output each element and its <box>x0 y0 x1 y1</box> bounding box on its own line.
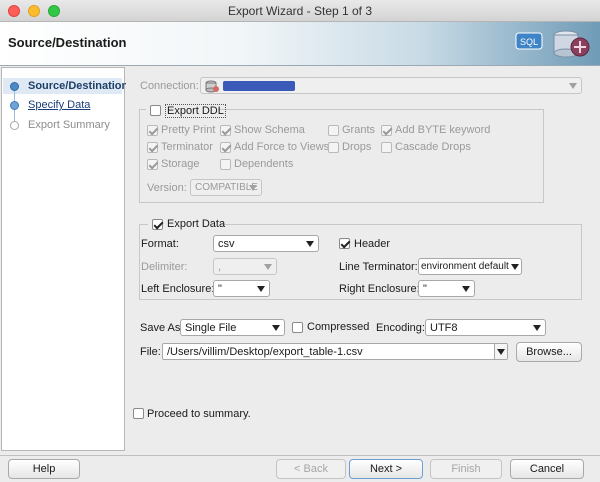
grants-checkbox <box>328 125 339 136</box>
step-icon <box>10 101 19 110</box>
proceed-to-summary-checkbox[interactable] <box>133 408 144 419</box>
add-force-to-views-label: Add Force to Views <box>234 141 330 153</box>
help-button[interactable]: Help <box>8 459 80 479</box>
save-as-value: Single File <box>185 322 237 334</box>
chevron-down-icon <box>306 241 314 247</box>
export-ddl-label: Export DDL <box>165 104 226 118</box>
show-schema-checkbox <box>220 125 231 136</box>
connection-label: Connection: <box>140 80 199 92</box>
database-export-icon: SQL <box>515 30 590 58</box>
version-select: COMPATIBLE <box>190 179 262 196</box>
storage-checkbox <box>147 159 158 170</box>
encoding-value: UTF8 <box>430 322 458 334</box>
chevron-down-icon <box>533 325 541 331</box>
drops-checkbox <box>328 142 339 153</box>
delimiter-select: , <box>213 258 277 275</box>
step-export-summary: Export Summary <box>10 118 122 134</box>
proceed-to-summary-label: Proceed to summary. <box>147 408 251 420</box>
show-schema-label: Show Schema <box>234 124 305 136</box>
terminator-label: Terminator <box>161 141 213 153</box>
delimiter-label: Delimiter: <box>141 261 188 273</box>
database-icon <box>205 80 219 93</box>
chevron-down-icon <box>264 264 272 270</box>
step-specify-data[interactable]: Specify Data <box>10 98 122 114</box>
encoding-label: Encoding: <box>376 322 425 334</box>
export-data-checkbox[interactable] <box>152 219 163 230</box>
header-label: Header <box>354 238 391 250</box>
browse-button[interactable]: Browse... <box>516 342 582 362</box>
export-data-label: Export Data <box>167 218 226 230</box>
version-label: Version: <box>147 182 187 194</box>
step-pending-icon <box>10 121 19 130</box>
chevron-down-icon <box>497 349 505 355</box>
step-label: Export Summary <box>28 119 110 131</box>
cancel-button[interactable]: Cancel <box>510 459 584 479</box>
line-terminator-value: environment default <box>421 261 509 272</box>
add-force-to-views-checkbox <box>220 142 231 153</box>
compressed-label: Compressed <box>307 321 370 333</box>
next-button[interactable]: Next > <box>349 459 423 479</box>
left-enclosure-value: " <box>218 283 222 295</box>
chevron-down-icon <box>257 286 265 292</box>
step-label: Specify Data <box>28 99 91 111</box>
save-as-select[interactable]: Single File <box>180 319 285 336</box>
left-enclosure-select[interactable]: " <box>213 280 270 297</box>
chevron-down-icon <box>462 286 470 292</box>
right-enclosure-select[interactable]: " <box>418 280 475 297</box>
storage-label: Storage <box>161 158 200 170</box>
format-value: csv <box>218 238 235 250</box>
file-path-input[interactable]: /Users/villim/Desktop/export_table-1.csv <box>162 343 508 360</box>
left-enclosure-label: Left Enclosure: <box>141 283 215 295</box>
dependents-checkbox <box>220 159 231 170</box>
chevron-down-icon <box>249 185 257 191</box>
pretty-print-checkbox <box>147 125 158 136</box>
chevron-down-icon <box>272 325 280 331</box>
line-terminator-select[interactable]: environment default <box>418 258 522 275</box>
right-enclosure-label: Right Enclosure: <box>339 283 420 295</box>
format-select[interactable]: csv <box>213 235 319 252</box>
svg-text:SQL: SQL <box>520 37 538 47</box>
wizard-header: Source/Destination SQL <box>0 22 600 66</box>
step-label: Source/Destination <box>28 80 129 92</box>
step-source-destination[interactable]: Source/Destination <box>10 79 128 95</box>
cascade-drops-label: Cascade Drops <box>395 141 471 153</box>
connection-select <box>200 77 582 94</box>
redacted-connection-name <box>223 81 295 91</box>
export-ddl-checkbox[interactable] <box>150 105 161 116</box>
terminator-checkbox <box>147 142 158 153</box>
add-byte-keyword-label: Add BYTE keyword <box>395 124 491 136</box>
window-title: Export Wizard - Step 1 of 3 <box>227 4 373 18</box>
delimiter-value: , <box>218 261 222 273</box>
grants-label: Grants <box>342 124 376 136</box>
format-label: Format: <box>141 238 179 250</box>
file-path-value: /Users/villim/Desktop/export_table-1.csv <box>167 346 363 358</box>
footer-divider <box>0 455 600 456</box>
header-checkbox[interactable] <box>339 238 350 249</box>
pretty-print-label: Pretty Print <box>161 124 216 136</box>
cascade-drops-checkbox <box>381 142 392 153</box>
back-button: < Back <box>276 459 346 479</box>
page-title: Source/Destination <box>8 35 127 50</box>
chevron-down-icon <box>569 83 577 89</box>
file-label: File: <box>140 346 161 358</box>
save-as-label: Save As <box>140 322 181 334</box>
dependents-label: Dependents <box>234 158 294 170</box>
add-byte-keyword-checkbox <box>381 125 392 136</box>
title-bar: Export Wizard - Step 1 of 3 <box>0 0 600 22</box>
drops-label: Drops <box>342 141 372 153</box>
finish-button: Finish <box>430 459 502 479</box>
compressed-checkbox[interactable] <box>292 322 303 333</box>
encoding-select[interactable]: UTF8 <box>425 319 546 336</box>
chevron-down-icon <box>511 264 519 270</box>
step-active-icon <box>10 82 19 91</box>
line-terminator-label: Line Terminator: <box>339 261 418 273</box>
right-enclosure-value: " <box>423 283 427 295</box>
